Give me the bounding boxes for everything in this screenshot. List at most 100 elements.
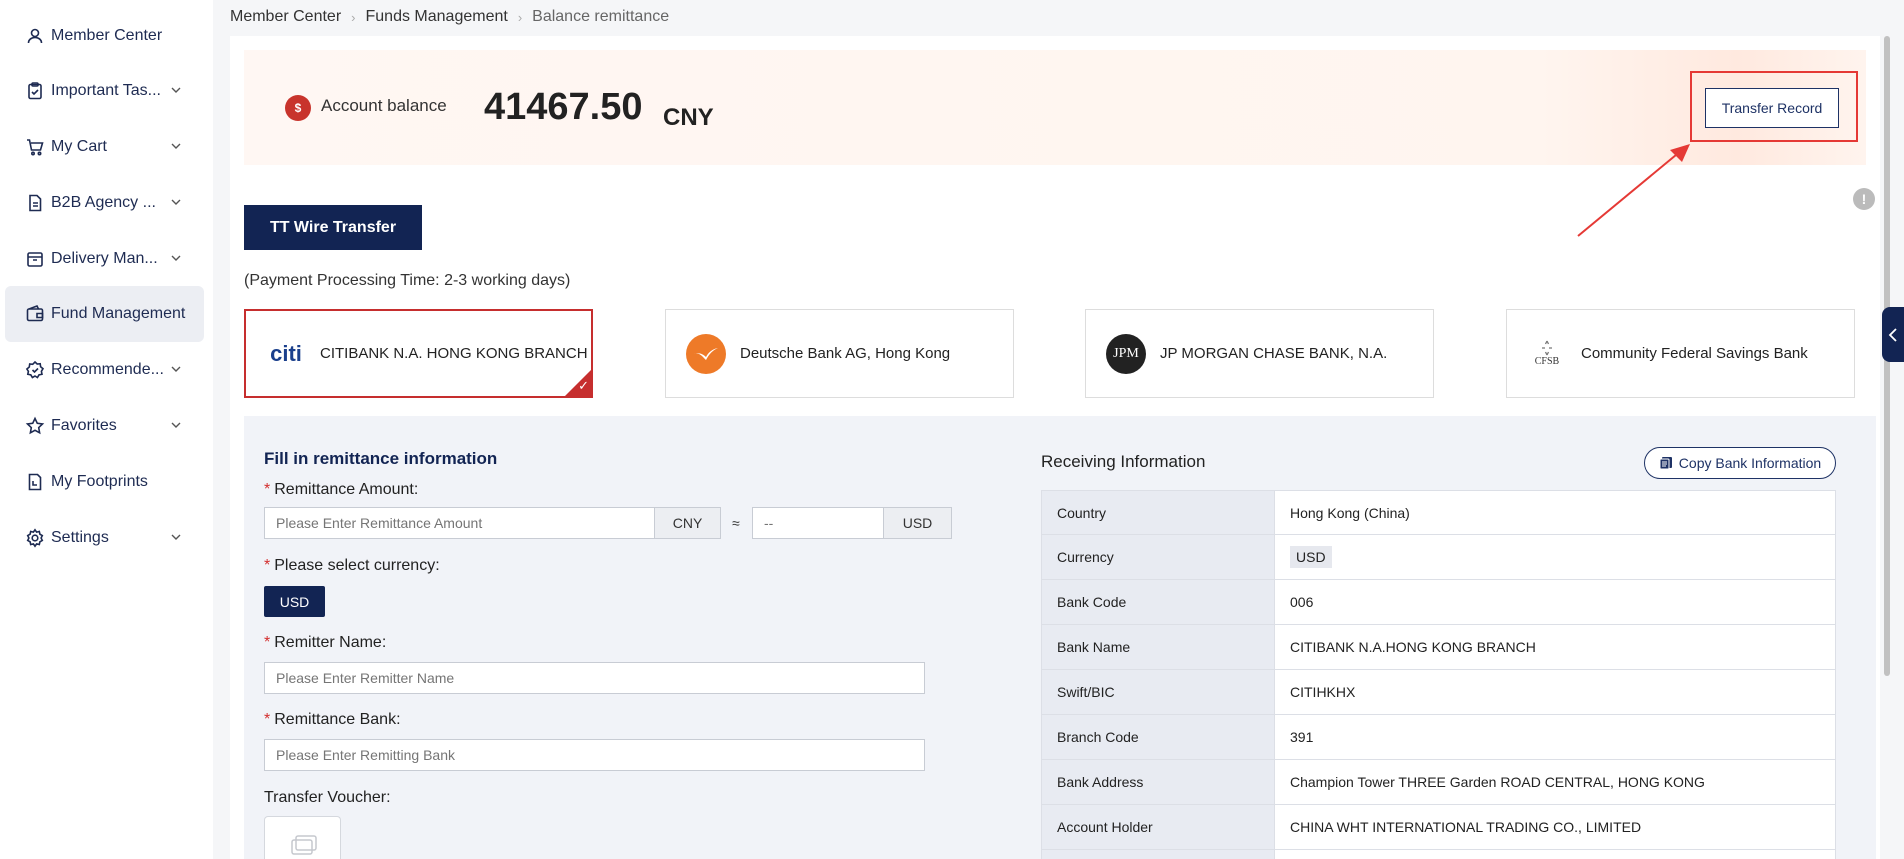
badge-icon [25, 360, 45, 380]
row-value [1275, 850, 1835, 859]
sidebar-item-fund-management[interactable]: Fund Management [5, 286, 204, 342]
remitter-name-input[interactable] [264, 662, 925, 694]
transfer-record-button[interactable]: Transfer Record [1705, 88, 1839, 128]
sidebar-item-label: Delivery Man... [51, 250, 158, 267]
star-icon [25, 416, 45, 436]
sidebar-item-member-center[interactable]: Member Center [5, 8, 204, 64]
sidebar-item-my-footprints[interactable]: My Footprints [5, 454, 204, 510]
chevron-down-icon [171, 534, 181, 540]
wallet-icon [25, 304, 45, 324]
check-icon: ✓ [578, 378, 589, 393]
breadcrumb-item[interactable]: Member Center [230, 8, 341, 26]
chevron-right-icon: › [517, 9, 523, 25]
citi-logo-icon: citi [270, 340, 302, 366]
sidebar-item-label: B2B Agency ... [51, 194, 156, 211]
receiving-row: Bank Address Champion Tower THREE Garden… [1041, 760, 1836, 805]
row-key: Branch Code [1042, 715, 1275, 759]
chevron-down-icon [171, 255, 181, 261]
bank-card-cfsb[interactable]: CFSB Community Federal Savings Bank [1506, 309, 1855, 398]
footprint-icon [25, 472, 45, 492]
sidebar-item-favorites[interactable]: Favorites [5, 398, 204, 454]
tab-tt-wire-transfer[interactable]: TT Wire Transfer [244, 205, 422, 250]
sidebar-item-settings[interactable]: Settings [5, 510, 204, 566]
receiving-row [1041, 850, 1836, 859]
currency-tag: USD [1290, 546, 1332, 568]
bank-card-jpmorgan[interactable]: JPM JP MORGAN CHASE BANK, N.A. [1085, 309, 1434, 398]
chevron-left-icon [1888, 327, 1897, 342]
remitting-bank-input[interactable] [264, 739, 925, 771]
chevron-down-icon [171, 199, 181, 205]
voucher-upload[interactable] [264, 816, 341, 859]
jpm-logo-icon: JPM [1106, 333, 1146, 374]
money-bag-icon: $ [285, 95, 311, 121]
amount-unit-addon: CNY [654, 507, 721, 539]
row-key: Account Holder [1042, 805, 1275, 849]
amount-label: * Remittance Amount: [264, 481, 419, 498]
processing-time-note: (Payment Processing Time: 2-3 working da… [244, 272, 571, 289]
sidebar-item-recommended[interactable]: Recommende... [5, 342, 204, 398]
currency-label: * Please select currency: [264, 557, 440, 574]
bank-name: Community Federal Savings Bank [1581, 345, 1808, 362]
row-key: Bank Code [1042, 580, 1275, 624]
sidebar-item-label: Favorites [51, 417, 117, 434]
document-icon [25, 193, 45, 213]
receiving-row: Bank Name CITIBANK N.A.HONG KONG BRANCH [1041, 625, 1836, 670]
clipboard-icon [25, 81, 45, 101]
bank-card-deutsche[interactable]: Deutsche Bank AG, Hong Kong [665, 309, 1014, 398]
row-value: Champion Tower THREE Garden ROAD CENTRAL… [1290, 774, 1705, 790]
converted-unit-addon: USD [883, 507, 952, 539]
image-upload-icon [290, 835, 317, 855]
sidebar-item-label: My Cart [51, 138, 107, 155]
row-key [1042, 850, 1275, 859]
row-key: Currency [1042, 535, 1275, 579]
annotation-arrow-icon [1577, 144, 1690, 237]
row-value: 391 [1290, 729, 1314, 745]
row-value: CITIBANK N.A.HONG KONG BRANCH [1290, 639, 1536, 655]
info-icon[interactable]: ! [1853, 188, 1875, 210]
bank-card-citibank[interactable]: citi CITIBANK N.A. HONG KONG BRANCH ✓ [244, 309, 593, 398]
box-icon [25, 249, 45, 269]
row-key: Swift/BIC [1042, 670, 1275, 714]
currency-option-usd[interactable]: USD [264, 586, 325, 617]
sidebar-item-label: My Footprints [51, 473, 148, 490]
gear-icon [25, 528, 45, 548]
sidebar-item-delivery-management[interactable]: Delivery Man... [5, 231, 204, 287]
bank-name: CITIBANK N.A. HONG KONG BRANCH [320, 345, 588, 362]
copy-icon [1659, 457, 1672, 470]
user-icon [25, 26, 45, 46]
row-value: Hong Kong (China) [1290, 504, 1410, 521]
chevron-down-icon [171, 422, 181, 428]
approx-sign: ≈ [732, 515, 740, 531]
row-key: Country [1042, 491, 1275, 534]
receiving-row: Account Holder CHINA WHT INTERNATIONAL T… [1041, 805, 1836, 850]
remittance-bank-label: * Remittance Bank: [264, 711, 401, 728]
sidebar-item-b2b-agency[interactable]: B2B Agency ... [5, 175, 204, 231]
form-title: Fill in remittance information [264, 449, 498, 468]
sidebar: Member Center Important Tas... My Cart B… [0, 0, 213, 859]
copy-bank-info-button[interactable]: Copy Bank Information [1644, 447, 1836, 479]
receiving-row: Country Hong Kong (China) [1041, 490, 1836, 535]
chevron-right-icon: › [351, 9, 356, 25]
breadcrumb: Member Center › Funds Management › Balan… [230, 8, 669, 26]
collapse-panel-tab[interactable] [1882, 307, 1904, 362]
transfer-voucher-label: Transfer Voucher: [264, 789, 391, 806]
row-value: USD [1275, 535, 1835, 579]
remitter-label: * Remitter Name: [264, 634, 387, 651]
remittance-amount-input[interactable] [264, 507, 655, 539]
sidebar-item-my-cart[interactable]: My Cart [5, 119, 204, 175]
chevron-down-icon [171, 143, 181, 149]
row-value: CITIHKHX [1290, 684, 1356, 700]
sidebar-item-label: Member Center [51, 27, 163, 44]
chevron-down-icon [171, 87, 181, 93]
row-value: 006 [1290, 594, 1314, 610]
breadcrumb-item[interactable]: Funds Management [366, 8, 508, 26]
breadcrumb-current: Balance remittance [532, 8, 670, 25]
bank-name: JP MORGAN CHASE BANK, N.A. [1160, 345, 1388, 362]
deutsche-logo-icon [686, 333, 726, 374]
receiving-row: Bank Code 006 [1041, 580, 1836, 625]
row-value: CHINA WHT INTERNATIONAL TRADING CO., LIM… [1290, 819, 1642, 835]
row-key: Bank Name [1042, 625, 1275, 669]
sidebar-item-important-tasks[interactable]: Important Tas... [5, 63, 204, 119]
converted-amount-input[interactable] [752, 507, 884, 539]
balance-label: Account balance [321, 96, 447, 115]
